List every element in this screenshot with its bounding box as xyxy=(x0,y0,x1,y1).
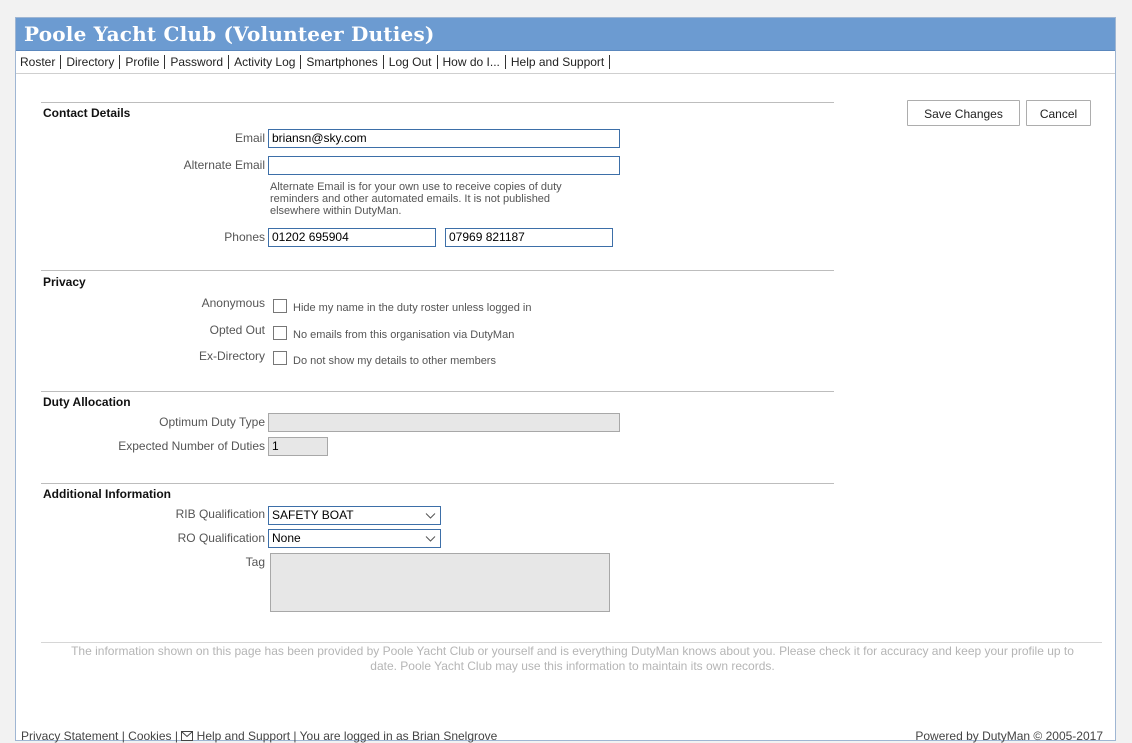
alternate-email-help-line: reminders and other automated emails. It… xyxy=(270,193,551,205)
footnote-divider xyxy=(41,642,1102,643)
alternate-email-help-line: elsewhere within DutyMan. xyxy=(270,205,402,217)
opted-out-label: Opted Out xyxy=(209,323,265,337)
email-label: Email xyxy=(234,131,265,145)
footnote-line: The information shown on this page has b… xyxy=(71,644,1074,658)
nav-smartphones[interactable]: Smartphones xyxy=(301,55,384,69)
opted-out-checkbox[interactable] xyxy=(273,326,287,340)
contact-details-heading: Contact Details xyxy=(43,106,131,120)
privacy-heading: Privacy xyxy=(43,275,86,289)
nav-password[interactable]: Password xyxy=(165,55,230,69)
footnote-line: date. Poole Yacht Club may use this info… xyxy=(370,659,775,673)
section-divider xyxy=(41,102,834,103)
anonymous-checkbox[interactable] xyxy=(273,299,287,313)
additional-information-heading: Additional Information xyxy=(43,487,171,501)
alternate-email-field[interactable] xyxy=(268,156,620,175)
rib-qualification-select[interactable]: SAFETY BOAT xyxy=(268,506,441,525)
duty-allocation-heading: Duty Allocation xyxy=(43,395,131,409)
ro-qualification-label: RO Qualification xyxy=(177,531,265,545)
nav-profile[interactable]: Profile xyxy=(120,55,166,69)
page-title: Poole Yacht Club (Volunteer Duties) xyxy=(24,22,435,46)
section-divider xyxy=(41,483,834,484)
nav-directory[interactable]: Directory xyxy=(61,55,121,69)
phone-2-field[interactable]: 07969 821187 xyxy=(445,228,613,247)
ro-qualification-select[interactable]: None xyxy=(268,529,441,548)
phone-1-field[interactable]: 01202 695904 xyxy=(268,228,436,247)
cancel-button[interactable]: Cancel xyxy=(1026,100,1091,126)
ex-directory-checkbox[interactable] xyxy=(273,351,287,365)
nav-help-and-support[interactable]: Help and Support xyxy=(506,55,611,69)
chevron-down-icon xyxy=(425,536,436,542)
nav-activity-log[interactable]: Activity Log xyxy=(229,55,302,69)
anonymous-label: Anonymous xyxy=(201,296,265,310)
email-field[interactable]: briansn@sky.com xyxy=(268,129,620,148)
ex-directory-label: Ex-Directory xyxy=(198,349,265,363)
rib-qualification-value: SAFETY BOAT xyxy=(272,508,354,522)
nav-roster[interactable]: Roster xyxy=(16,55,62,69)
title-bar: Poole Yacht Club (Volunteer Duties) xyxy=(16,18,1115,51)
alternate-email-help: Alternate Email is for your own use to r… xyxy=(270,181,562,217)
rib-qualification-label: RIB Qualification xyxy=(175,507,265,521)
optimum-duty-type-field[interactable] xyxy=(268,413,620,432)
optimum-duty-type-label: Optimum Duty Type xyxy=(159,415,265,429)
anonymous-description: Hide my name in the duty roster unless l… xyxy=(293,302,532,314)
expected-duties-label: Expected Number of Duties xyxy=(118,439,265,453)
tag-textarea[interactable] xyxy=(270,553,610,612)
chevron-down-icon xyxy=(425,513,436,519)
section-divider xyxy=(41,270,834,271)
nav-log-out[interactable]: Log Out xyxy=(384,55,438,69)
nav-how-do-i[interactable]: How do I... xyxy=(438,55,506,69)
app-frame: Poole Yacht Club (Volunteer Duties) Rost… xyxy=(15,17,1116,743)
alternate-email-label: Alternate Email xyxy=(183,158,265,172)
tag-label: Tag xyxy=(245,555,265,569)
mail-icon xyxy=(181,731,194,741)
ro-qualification-value: None xyxy=(272,531,301,545)
section-divider xyxy=(41,391,834,392)
expected-duties-field[interactable]: 1 xyxy=(268,437,328,456)
save-changes-button[interactable]: Save Changes xyxy=(907,100,1020,126)
phones-label: Phones xyxy=(224,230,265,244)
nav-bar: Roster Directory Profile Password Activity L… xyxy=(16,51,1115,74)
footnote: The information shown on this page has b… xyxy=(40,644,1105,674)
opted-out-description: No emails from this organisation via Dut… xyxy=(293,329,515,341)
alternate-email-help-line: Alternate Email is for your own use to r… xyxy=(270,181,562,193)
ex-directory-description: Do not show my details to other members xyxy=(293,355,496,367)
